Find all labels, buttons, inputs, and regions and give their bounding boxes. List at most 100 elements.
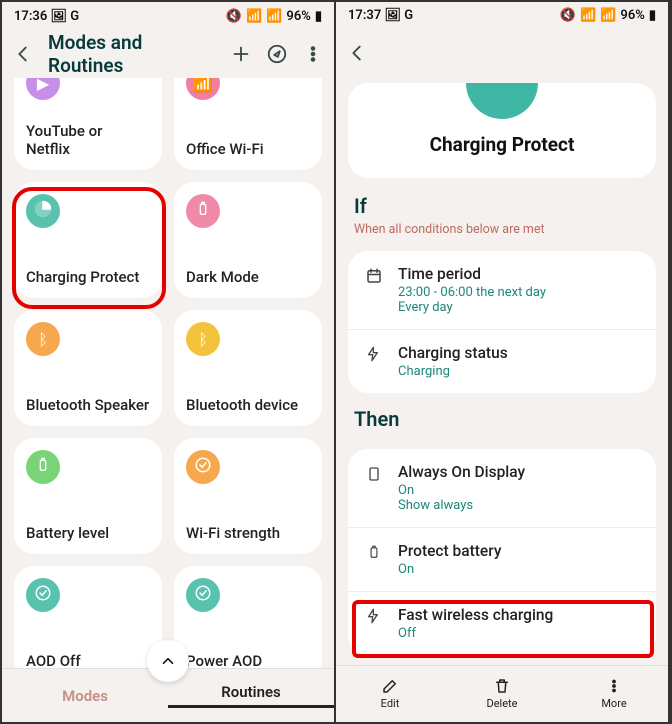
phone-right: 17:37 🖼 G 🔇 📶 📶 96% ▮ Charging Protect I…	[336, 2, 670, 722]
signal-icon: 📶	[266, 9, 282, 24]
battery-icon	[195, 201, 211, 221]
routine-header: Charging Protect	[348, 83, 656, 178]
action-label: Delete	[487, 697, 518, 710]
row-title: Protect battery	[398, 542, 501, 560]
card-label: Bluetooth Speaker	[26, 396, 150, 414]
then-row-protect-battery[interactable]: Protect battery On	[348, 528, 656, 592]
tab-modes[interactable]: Modes	[2, 687, 168, 705]
then-title: Then	[354, 407, 650, 431]
status-appicon: G	[70, 9, 79, 24]
action-more[interactable]: More	[560, 677, 668, 710]
topbar: Modes and Routines	[2, 30, 334, 78]
page-title: Modes and Routines	[48, 31, 216, 77]
tab-routines[interactable]: Routines	[168, 683, 334, 708]
check-icon	[194, 456, 212, 478]
calendar-icon	[364, 267, 384, 285]
status-img-icon: 🖼	[50, 9, 67, 24]
clock-icon	[34, 200, 52, 222]
row-title: Time period	[398, 265, 546, 283]
battery-icon	[35, 457, 51, 477]
wifi-icon: 📶	[246, 9, 262, 24]
routine-card-dark-mode[interactable]: Dark Mode	[174, 182, 322, 298]
wireless-charge-icon	[364, 608, 384, 624]
video-icon: ▶	[37, 78, 49, 93]
if-title: If	[354, 194, 650, 218]
then-panel: Always On Display On Show always Protect…	[348, 449, 656, 655]
routine-card-bt-speaker[interactable]: ᛒ Bluetooth Speaker	[14, 310, 162, 426]
routines-grid: ▶ YouTube or Netflix 📶 Office Wi-Fi Char…	[2, 78, 334, 668]
if-panel: Time period 23:00 - 06:00 the next day E…	[348, 251, 656, 393]
status-appicon: G	[404, 8, 413, 23]
check-icon	[34, 584, 52, 606]
battery-icon	[364, 544, 384, 560]
then-row-fast-wireless[interactable]: Fast wireless charging Off	[348, 592, 656, 655]
card-label: Wi-Fi strength	[186, 524, 310, 542]
routine-title: Charging Protect	[348, 133, 656, 156]
card-label: Office Wi-Fi	[186, 140, 310, 158]
screen-icon	[364, 465, 384, 483]
row-title: Charging status	[398, 344, 508, 362]
routine-card-office-wifi[interactable]: 📶 Office Wi-Fi	[174, 78, 322, 170]
if-row-charging[interactable]: Charging status Charging	[348, 330, 656, 393]
mute-icon: 🔇	[226, 9, 242, 24]
card-label: Power AOD	[186, 652, 310, 668]
row-sub2: Show always	[398, 498, 525, 513]
card-label: Battery level	[26, 524, 150, 542]
status-time: 17:36	[14, 9, 47, 24]
mute-icon: 🔇	[560, 8, 576, 23]
routine-card-wifi-strength[interactable]: Wi-Fi strength	[174, 438, 322, 554]
topbar	[336, 30, 668, 77]
card-label: Dark Mode	[186, 268, 310, 286]
row-title: Always On Display	[398, 463, 525, 481]
more-icon[interactable]	[302, 43, 324, 65]
row-sub1: Charging	[398, 364, 508, 379]
charging-icon	[364, 346, 384, 362]
routine-card-bt-device[interactable]: ᛒ Bluetooth device	[174, 310, 322, 426]
battery-pct: 96%	[620, 8, 644, 23]
row-sub1: 23:00 - 06:00 the next day	[398, 285, 546, 300]
explore-icon[interactable]	[266, 43, 288, 65]
routine-card-power-aod[interactable]: Power AOD	[174, 566, 322, 668]
action-edit[interactable]: Edit	[336, 677, 444, 710]
routine-card-aod-off[interactable]: AOD Off	[14, 566, 162, 668]
status-time: 17:37	[348, 8, 381, 23]
status-img-icon: 🖼	[384, 8, 401, 23]
card-label: AOD Off	[26, 652, 150, 668]
if-section-header: If When all conditions below are met	[336, 190, 668, 241]
add-icon[interactable]	[230, 43, 252, 65]
routine-icon	[466, 83, 538, 119]
row-sub2: Every day	[398, 300, 546, 315]
action-label: More	[601, 697, 626, 710]
then-row-aod[interactable]: Always On Display On Show always	[348, 449, 656, 528]
wifi-icon: 📶	[580, 8, 596, 23]
card-label: YouTube or Netflix	[26, 122, 150, 158]
routine-card-battery-level[interactable]: Battery level	[14, 438, 162, 554]
battery-icon: ▮	[649, 8, 656, 23]
row-sub1: On	[398, 483, 525, 498]
routine-card-youtube[interactable]: ▶ YouTube or Netflix	[14, 78, 162, 170]
row-title: Fast wireless charging	[398, 606, 553, 624]
row-sub1: On	[398, 562, 501, 577]
card-label: Bluetooth device	[186, 396, 310, 414]
phone-left: 17:36 🖼 G 🔇 📶 📶 96% ▮ Modes and Routines…	[2, 2, 336, 722]
battery-pct: 96%	[286, 9, 310, 24]
card-label: Charging Protect	[26, 268, 150, 286]
action-label: Edit	[381, 697, 400, 710]
then-section-header: Then	[336, 403, 668, 439]
battery-icon: ▮	[315, 9, 322, 24]
signal-icon: 📶	[600, 8, 616, 23]
wifi-icon: 📶	[193, 78, 213, 93]
routine-card-charging-protect[interactable]: Charging Protect	[14, 182, 162, 298]
collapse-fab[interactable]	[147, 640, 189, 682]
back-icon[interactable]	[12, 43, 34, 65]
if-row-time[interactable]: Time period 23:00 - 06:00 the next day E…	[348, 251, 656, 330]
status-bar: 17:36 🖼 G 🔇 📶 📶 96% ▮	[2, 2, 334, 30]
bluetooth-icon: ᛒ	[38, 330, 48, 349]
row-sub1: Off	[398, 626, 553, 641]
if-subtitle: When all conditions below are met	[354, 222, 650, 237]
action-bar: Edit Delete More	[336, 665, 668, 722]
action-delete[interactable]: Delete	[448, 677, 556, 710]
back-icon[interactable]	[346, 42, 368, 64]
bluetooth-icon: ᛒ	[198, 330, 208, 349]
status-bar: 17:37 🖼 G 🔇 📶 📶 96% ▮	[336, 2, 668, 30]
